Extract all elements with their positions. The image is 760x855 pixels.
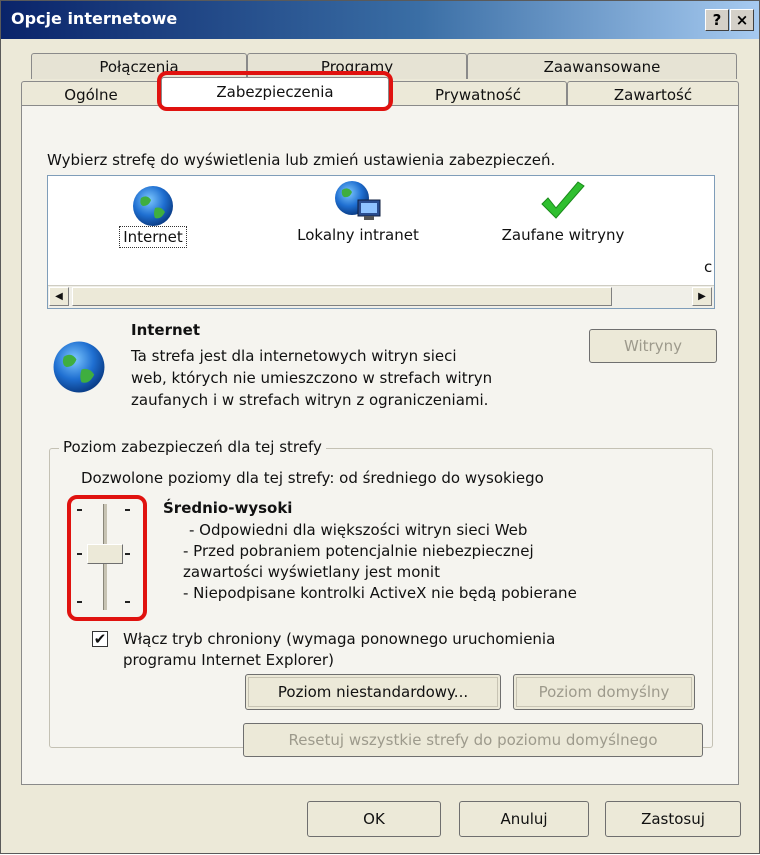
security-bullet-1: - Odpowiedni dla większości witryn sieci…: [189, 521, 528, 539]
intranet-globe-icon: [335, 181, 381, 220]
slider-tick: [77, 509, 82, 511]
zone-horizontal-scrollbar[interactable]: ◀ ▶: [48, 285, 714, 308]
protected-mode-label-1[interactable]: Włącz tryb chroniony (wymaga ponownego u…: [123, 630, 555, 648]
scroll-thumb[interactable]: [72, 287, 612, 306]
slider-tick: [125, 509, 130, 511]
zone-info-line-3: zaufanych i w strefach witryn z ogranicz…: [131, 391, 489, 409]
zone-label-trusted: Zaufane witryny: [501, 226, 625, 244]
slider-tick: [125, 553, 130, 555]
zone-trusted-sites[interactable]: Zaufane witryny: [488, 180, 638, 244]
cancel-button[interactable]: Anuluj: [459, 801, 589, 837]
protected-mode-checkbox[interactable]: ✔: [92, 631, 108, 647]
custom-level-button[interactable]: Poziom niestandardowy...: [245, 674, 501, 710]
slider-tick: [125, 601, 130, 603]
scroll-right-arrow-icon[interactable]: ▶: [692, 287, 712, 306]
zone-info-line-2: web, których nie umieszczono w strefach …: [131, 369, 493, 387]
ok-button[interactable]: OK: [307, 801, 441, 837]
apply-button[interactable]: Zastosuj: [605, 801, 741, 837]
zone-overflow-text: c: [704, 258, 713, 276]
security-bullet-2: - Przed pobraniem potencjalnie niebezpie…: [183, 542, 534, 560]
globe-icon: [133, 186, 173, 226]
default-level-button[interactable]: Poziom domyślny: [513, 674, 695, 710]
internet-globe-icon: [53, 341, 105, 393]
protected-mode-label-2[interactable]: programu Internet Explorer): [123, 651, 334, 669]
security-level-name: Średnio-wysoki: [163, 499, 293, 517]
security-bullet-2-cont: zawartości wyświetlany jest monit: [183, 563, 440, 581]
checkmark-icon: [541, 181, 585, 219]
reset-all-zones-button[interactable]: Resetuj wszystkie strefy do poziomu domy…: [243, 723, 703, 757]
slider-tick: [77, 553, 82, 555]
zone-list[interactable]: Internet Lokalny intranet Zaufane witryn…: [47, 175, 715, 309]
zone-info-line-1: Ta strefa jest dla internetowych witryn …: [131, 347, 457, 365]
security-level-group-title: Poziom zabezpieczeń dla tej strefy: [59, 438, 326, 456]
zone-label-internet: Internet: [119, 226, 187, 248]
zone-local-intranet[interactable]: Lokalny intranet: [278, 178, 438, 244]
zone-internet[interactable]: Internet: [108, 184, 198, 248]
sites-button[interactable]: Witryny: [589, 329, 717, 363]
zone-label-intranet: Lokalny intranet: [297, 226, 419, 244]
slider-tick: [77, 601, 82, 603]
scroll-left-arrow-icon[interactable]: ◀: [49, 287, 69, 306]
security-bullet-3: - Niepodpisane kontrolki ActiveX nie będ…: [183, 584, 577, 602]
allowed-levels-text: Dozwolone poziomy dla tej strefy: od śre…: [81, 469, 544, 487]
security-slider-thumb[interactable]: [87, 544, 123, 564]
internet-options-dialog: Opcje internetowe ? × Połączenia Program…: [0, 0, 760, 854]
zone-info-title: Internet: [131, 321, 201, 339]
zone-instruction: Wybierz strefę do wyświetlenia lub zmień…: [47, 151, 556, 169]
